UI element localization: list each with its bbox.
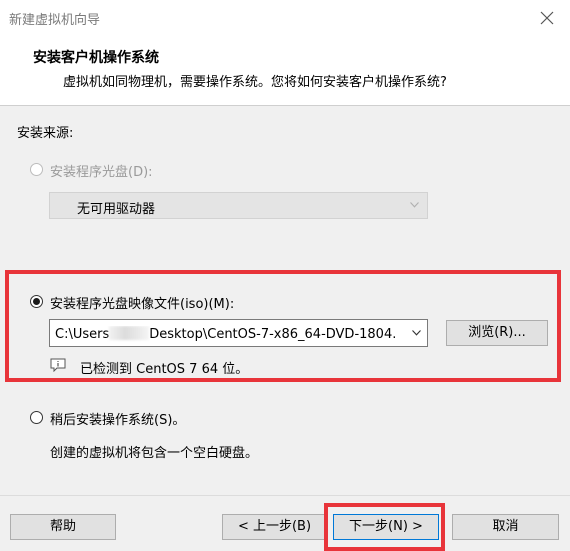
back-button[interactable]: < 上一步(B) [222, 514, 327, 540]
cancel-button[interactable]: 取消 [452, 514, 559, 540]
chevron-down-icon [410, 202, 419, 208]
redacted-username [109, 326, 150, 340]
wizard-header: 安装客户机操作系统 虚拟机如同物理机，需要操作系统。您将如何安装客户机操作系统? [0, 37, 570, 106]
help-button[interactable]: 帮助 [10, 514, 116, 540]
disc-drive-select[interactable]: 无可用驱动器 [49, 192, 428, 219]
iso-path-prefix: C:\Users [55, 327, 110, 342]
next-button[interactable]: 下一步(N) > [333, 514, 439, 540]
iso-path-combobox[interactable]: C:\Users Desktop\CentOS-7-x86_64-DVD-1804… [49, 319, 428, 347]
info-icon [50, 358, 66, 372]
iso-path-suffix: Desktop\CentOS-7-x86_64-DVD-1804. [149, 327, 397, 342]
option-install-later-label: 稍后安装操作系统(S)。 [50, 413, 186, 428]
close-icon [540, 11, 554, 25]
option-iso-image-label: 安装程序光盘映像文件(iso)(M): [50, 297, 235, 312]
option-installer-disc-label: 安装程序光盘(D): [50, 165, 153, 180]
title-bar: 新建虚拟机向导 [0, 0, 570, 37]
page-subtitle: 虚拟机如同物理机，需要操作系统。您将如何安装客户机操作系统? [63, 75, 447, 90]
radio-installer-disc[interactable] [30, 163, 43, 176]
page-title: 安装客户机操作系统 [33, 50, 159, 66]
disc-drive-value: 无可用驱动器 [77, 202, 156, 217]
browse-button[interactable]: 浏览(R)... [446, 320, 548, 346]
close-button[interactable] [524, 0, 570, 37]
footer-divider [0, 495, 570, 496]
window-title: 新建虚拟机向导 [9, 13, 101, 28]
radio-iso-image[interactable] [30, 295, 43, 308]
detected-os-text: 已检测到 CentOS 7 64 位。 [80, 362, 249, 377]
chevron-down-icon [412, 330, 421, 336]
iso-path-value: C:\Users Desktop\CentOS-7-x86_64-DVD-1804… [55, 326, 407, 342]
radio-install-later[interactable] [30, 411, 43, 424]
install-source-label: 安装来源: [17, 126, 74, 141]
install-later-description: 创建的虚拟机将包含一个空白硬盘。 [50, 446, 259, 461]
